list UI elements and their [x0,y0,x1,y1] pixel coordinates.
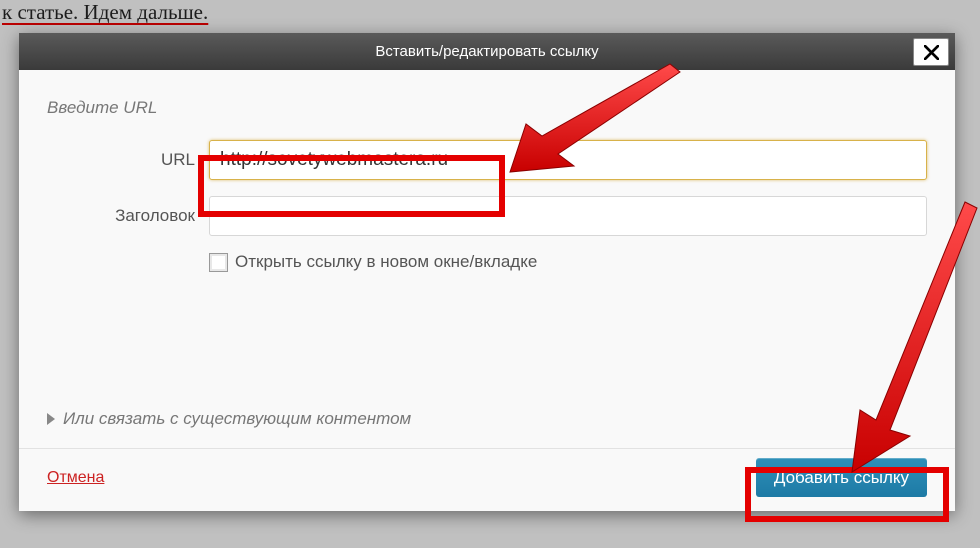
dialog-body: Введите URL URL Заголовок Открыть ссылку… [19,70,955,272]
close-button[interactable] [913,38,949,66]
newtab-label: Открыть ссылку в новом окне/вкладке [235,252,537,272]
newtab-row[interactable]: Открыть ссылку в новом окне/вкладке [209,252,927,272]
insert-link-dialog: Вставить/редактировать ссылку Введите UR… [19,33,955,511]
url-input[interactable] [209,140,927,180]
add-link-button[interactable]: Добавить ссылку [756,458,927,497]
dialog-footer: Отмена Добавить ссылку [19,448,955,511]
title-input[interactable] [209,196,927,236]
url-row: URL [47,140,927,180]
newtab-checkbox[interactable] [209,253,228,272]
section-enter-url: Введите URL [47,98,927,118]
existing-content-toggle[interactable]: Или связать с существующим контентом [47,409,411,429]
title-label: Заголовок [47,206,209,226]
dialog-title: Вставить/редактировать ссылку [19,33,955,70]
dialog-titlebar: Вставить/редактировать ссылку [19,33,955,70]
background-article-text: к статье. Идем дальше. [2,0,208,25]
cancel-link[interactable]: Отмена [47,469,104,487]
close-icon [924,45,939,60]
existing-content-label: Или связать с существующим контентом [63,409,411,429]
url-label: URL [47,150,209,170]
title-row: Заголовок [47,196,927,236]
triangle-right-icon [47,413,55,425]
